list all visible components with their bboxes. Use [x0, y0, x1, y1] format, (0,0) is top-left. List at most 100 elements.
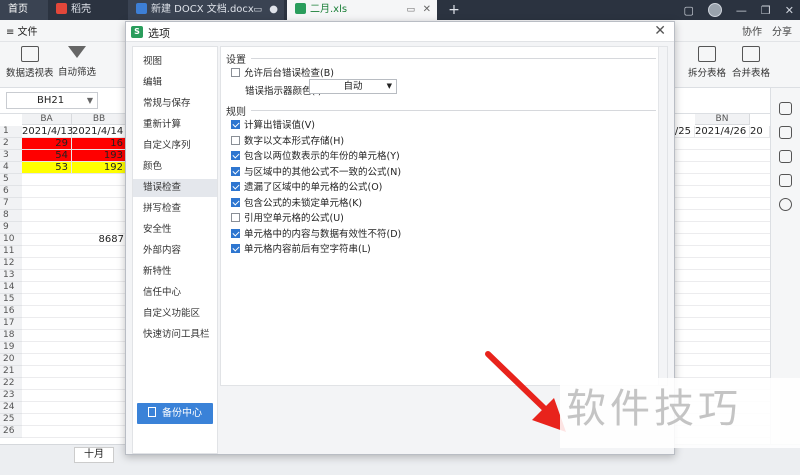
nav-item[interactable]: 自定义功能区: [133, 305, 217, 323]
nav-item[interactable]: 拼写检查: [133, 200, 217, 218]
nav-item[interactable]: 编辑: [133, 74, 217, 92]
cell-ba2[interactable]: 29: [22, 138, 72, 150]
collab-button[interactable]: 协作: [742, 23, 762, 38]
column-header-ba[interactable]: BA: [22, 114, 72, 125]
rule-option[interactable]: 单元格内容前后有空字符串(L): [231, 243, 371, 256]
autofilter-button[interactable]: 自动筛选: [58, 46, 96, 78]
avatar[interactable]: [707, 3, 722, 17]
row-header[interactable]: 23: [0, 390, 22, 402]
merge-table-button[interactable]: 合并表格: [732, 46, 770, 79]
rule-checkbox[interactable]: [231, 135, 240, 145]
row-header[interactable]: 20: [0, 354, 22, 366]
row-header[interactable]: 15: [0, 294, 22, 306]
rule-checkbox[interactable]: [231, 197, 240, 207]
cell-bb4[interactable]: 192: [72, 162, 127, 174]
cell-bb1[interactable]: 2021/4/14: [72, 126, 127, 138]
split-table-button[interactable]: 拆分表格: [688, 46, 726, 79]
rule-option[interactable]: 单元格中的内容与数据有效性不符(D): [231, 228, 401, 241]
nav-item[interactable]: 信任中心: [133, 284, 217, 302]
row-header[interactable]: 21: [0, 366, 22, 378]
share-button[interactable]: 分享: [772, 23, 792, 38]
chevron-down-icon[interactable]: ▼: [87, 93, 93, 108]
rule-option[interactable]: 数字以文本形式存储(H): [231, 135, 344, 148]
row-header[interactable]: 9: [0, 222, 22, 234]
rule-checkbox[interactable]: [231, 182, 240, 191]
rule-checkbox[interactable]: [231, 120, 240, 129]
row-header[interactable]: 11: [0, 246, 22, 258]
settings-icon[interactable]: [779, 150, 792, 163]
vertical-scrollbar[interactable]: [658, 47, 667, 385]
nav-item[interactable]: 新特性: [133, 263, 217, 281]
row-header[interactable]: 24: [0, 402, 22, 414]
rule-checkbox[interactable]: [231, 213, 240, 222]
new-tab-button[interactable]: +: [446, 0, 462, 20]
tab-home[interactable]: 首页: [0, 0, 48, 20]
nav-item[interactable]: 视图: [133, 53, 217, 71]
close-tab-icon[interactable]: ●: [269, 0, 278, 20]
indicator-color-select[interactable]: 自动 ▼: [309, 79, 397, 94]
nav-item[interactable]: 安全性: [133, 221, 217, 239]
sheet-tab[interactable]: 十月: [74, 447, 114, 463]
cell-ba3[interactable]: 54: [22, 150, 72, 162]
cell-bo1[interactable]: 20: [750, 126, 770, 138]
row-header[interactable]: 26: [0, 426, 22, 438]
tab-xls[interactable]: 二月.xls ▭ ✕: [287, 0, 437, 20]
nav-item[interactable]: 颜色: [133, 158, 217, 176]
row-header[interactable]: 25: [0, 414, 22, 426]
nav-item[interactable]: 错误检查: [133, 179, 217, 197]
minimize-icon[interactable]: —: [736, 4, 747, 17]
pivot-table-button[interactable]: 数据透视表: [6, 46, 54, 79]
row-header[interactable]: 1: [0, 126, 22, 138]
badge-icon[interactable]: ▢: [684, 4, 694, 17]
row-header[interactable]: 3: [0, 150, 22, 162]
name-box[interactable]: BH21 ▼: [6, 92, 98, 109]
close-icon[interactable]: ✕: [654, 23, 666, 39]
tab-daoke[interactable]: 稻壳: [48, 0, 128, 20]
nav-item[interactable]: 外部内容: [133, 242, 217, 260]
row-header[interactable]: 10: [0, 234, 22, 246]
background-check-checkbox[interactable]: [231, 68, 240, 77]
row-header[interactable]: 16: [0, 306, 22, 318]
style-icon[interactable]: [779, 126, 792, 139]
window-icon[interactable]: ▭: [406, 0, 415, 20]
row-header[interactable]: 13: [0, 270, 22, 282]
rule-option[interactable]: 计算出错误值(V): [231, 119, 315, 132]
rule-option[interactable]: 遗漏了区域中的单元格的公式(O): [231, 181, 382, 194]
rule-option[interactable]: 包含公式的未锁定单元格(K): [231, 197, 362, 210]
cell-bb2[interactable]: 16: [72, 138, 127, 150]
rule-checkbox[interactable]: [231, 166, 240, 176]
row-header[interactable]: 5: [0, 174, 22, 186]
row-header[interactable]: 2: [0, 138, 22, 150]
rule-option[interactable]: 与区域中的其他公式不一致的公式(N): [231, 166, 401, 179]
row-header[interactable]: 17: [0, 318, 22, 330]
cell-bb3[interactable]: 193: [72, 150, 127, 162]
row-header[interactable]: 6: [0, 186, 22, 198]
row-header[interactable]: 8: [0, 210, 22, 222]
rule-checkbox[interactable]: [231, 151, 240, 160]
row-header[interactable]: 22: [0, 378, 22, 390]
row-header[interactable]: 12: [0, 258, 22, 270]
tab-docx[interactable]: 新建 DOCX 文档.docx ▭ ●: [128, 0, 284, 20]
file-menu[interactable]: ≡ 文件: [6, 23, 38, 38]
column-header-bb[interactable]: BB: [72, 114, 127, 125]
row-header[interactable]: 18: [0, 330, 22, 342]
rule-option[interactable]: 引用空单元格的公式(U): [231, 212, 344, 225]
cell-bm1[interactable]: /25: [672, 126, 695, 138]
help-icon[interactable]: [779, 198, 792, 211]
column-header-bn[interactable]: BN: [695, 114, 750, 125]
backup-center-button[interactable]: 备份中心: [137, 403, 213, 424]
rule-checkbox[interactable]: [231, 244, 240, 253]
nav-item[interactable]: 重新计算: [133, 116, 217, 134]
chart-icon[interactable]: [779, 174, 792, 187]
cell-ba1[interactable]: 2021/4/13: [22, 126, 73, 138]
row-header[interactable]: 4: [0, 162, 22, 174]
restore-icon[interactable]: ❐: [761, 4, 771, 17]
close-window-icon[interactable]: ✕: [785, 4, 794, 17]
close-tab-icon[interactable]: ✕: [423, 0, 431, 20]
rule-checkbox[interactable]: [231, 228, 240, 238]
pointer-icon[interactable]: [779, 102, 792, 115]
cell-ba4[interactable]: 53: [22, 162, 72, 174]
nav-item[interactable]: 快速访问工具栏: [133, 326, 217, 344]
row-header[interactable]: 7: [0, 198, 22, 210]
row-header[interactable]: 19: [0, 342, 22, 354]
